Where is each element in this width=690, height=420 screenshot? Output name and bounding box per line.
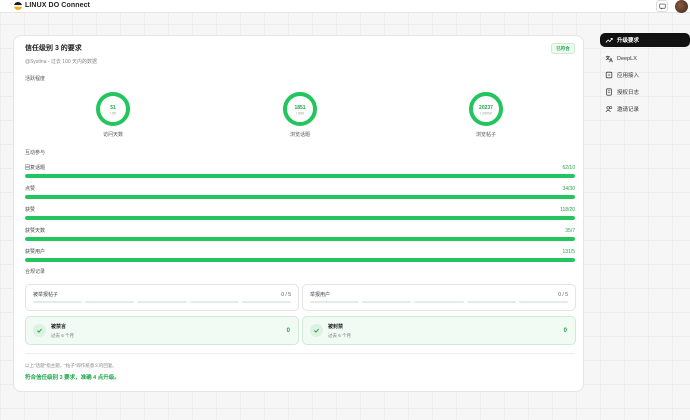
suspended-panel: 被封禁 过去 6 个月 0 [302,316,576,345]
activity-section-title: 活跃程度 [25,76,46,82]
compliance-section-title: 合规记录 [25,269,46,275]
silenced-title: 被禁言 [51,324,67,330]
progress-label: 获赞天数 [25,228,46,234]
reported-users-panel: 举报用户 0 / 5 [302,284,576,311]
ring-label: 浏览帖子 [475,132,496,138]
users-icon [605,105,613,113]
footnote: 以上"话题"指主题，"帖子"即作统意义的回复。 [25,363,117,368]
progress-row: 回复话题 62/10 [25,165,575,186]
interaction-bars: 回复话题 62/10 点赞 34/30 获赞 118/20 获赞天数 35/7 获赞用户 131/… [25,165,575,270]
progress-track [25,195,575,199]
card-title: 信任级别 3 的要求 [25,45,82,52]
progress-value: 34/30 [562,186,575,192]
ring-label: 浏览话题 [289,132,310,138]
silenced-count: 0 [286,328,290,334]
ring-label: 访问天数 [102,132,123,138]
log-icon [605,88,613,96]
app-icon [605,71,613,79]
progress-label: 获赞 [25,207,36,213]
sidebar-item-4[interactable]: 授权日志 [600,85,690,99]
ring-value: 20237 [479,105,493,111]
progress-row: 获赞天数 35/7 [25,228,575,249]
divider [25,353,575,354]
progress-value: 131/5 [562,249,575,255]
trust-level-card: 信任级别 3 的要求 已符合 @Systina - 过去 100 天内的数据 活… [13,35,584,392]
check-icon [33,324,46,337]
activity-ring: 1851/ 500 [282,91,318,127]
ring-value: 1851 [294,105,305,111]
progress-track [25,237,575,241]
reported-users-label: 举报用户 [310,292,331,298]
progress-track [25,216,575,220]
progress-fill [25,237,575,241]
sidebar-item-5[interactable]: 邀请记录 [600,102,690,116]
sidebar-item-label: DeepLX [617,56,637,62]
check-icon [310,324,323,337]
app-title[interactable]: LINUX DO Connect [25,1,90,11]
sidebar-item-1[interactable]: 升级要求 [600,33,690,47]
reported-posts-segments [33,301,292,303]
verdict-text: 符合信任级别 3 要求，准确 4 点升级。 [25,375,120,381]
silenced-panel: 被禁言 过去 6 个月 0 [25,316,299,345]
progress-row: 点赞 34/30 [25,186,575,207]
silenced-period: 过去 6 个月 [51,333,75,338]
ring-value: 51 [110,105,116,111]
ring-target: / 500 [296,112,304,116]
progress-value: 118/20 [560,207,575,213]
sidebar-item-2[interactable]: DeepLX [600,52,690,66]
progress-track [25,258,575,262]
linuxdo-logo[interactable] [14,2,22,10]
progress-label: 回复话题 [25,165,46,171]
sidebar-item-label: 升级要求 [617,38,640,44]
sidebar-item-label: 授权日志 [617,90,640,96]
progress-value: 35/7 [565,228,575,234]
sidebar-item-3[interactable]: 应用接入 [600,68,690,82]
suspended-title: 被封禁 [328,324,344,330]
reported-users-segments [310,301,569,303]
message-icon [658,3,666,10]
sidebar-item-label: 应用接入 [617,73,640,79]
progress-label: 点赞 [25,186,36,192]
card-subtitle: @Systina - 过去 100 天内的数据 [25,59,98,65]
reported-posts-value: 0 / 5 [281,292,291,298]
message-button[interactable] [656,0,668,12]
user-avatar[interactable] [675,0,688,13]
progress-fill [25,216,575,220]
progress-fill [25,195,575,199]
sidebar-item-label: 邀请记录 [617,107,640,113]
interaction-section-title: 互动参与 [25,150,46,156]
progress-track [25,174,575,178]
top-bar: LINUX DO Connect [0,0,690,13]
reported-users-value: 0 / 5 [558,292,568,298]
ring-target: / 20000 [480,112,492,116]
activity-ring: 51/ 50 [95,91,131,127]
translate-icon [605,55,613,63]
suspended-period: 过去 6 个月 [328,333,352,338]
progress-fill [25,174,575,178]
progress-value: 62/10 [562,165,575,171]
status-badge: 已符合 [551,43,575,54]
reported-posts-panel: 被举报帖子 0 / 5 [25,284,299,311]
progress-label: 获赞用户 [25,249,46,255]
trending-up-icon [605,36,613,44]
progress-fill [25,258,575,262]
progress-row: 获赞用户 131/5 [25,249,575,270]
suspended-count: 0 [563,328,567,334]
activity-ring: 20237/ 20000 [468,91,504,127]
ring-target: / 50 [110,112,116,116]
progress-row: 获赞 118/20 [25,207,575,228]
reported-posts-label: 被举报帖子 [33,292,59,298]
